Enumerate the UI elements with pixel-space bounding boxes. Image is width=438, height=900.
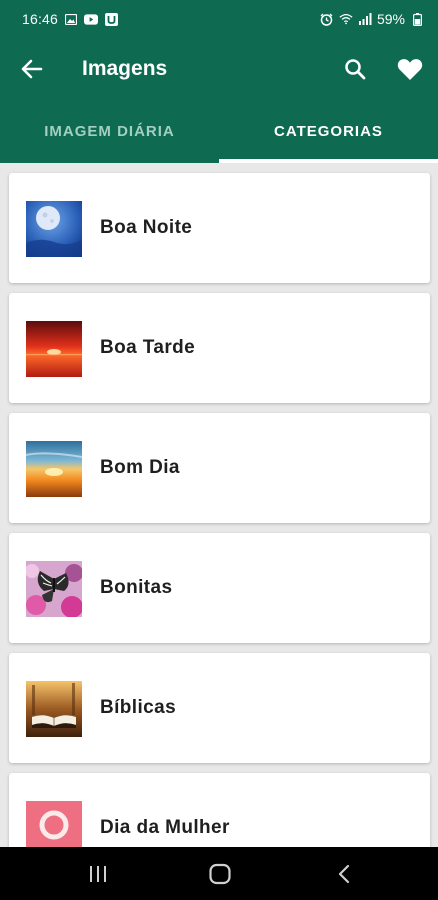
arrow-back-icon [21,59,43,79]
category-label: Dia da Mulher [100,817,230,838]
open-bible-thumbnail [26,681,82,737]
search-button[interactable] [340,54,370,84]
alarm-icon [320,13,334,26]
gallery-notification-icon [64,13,78,25]
navigation-bar [0,847,438,900]
tab-categorias[interactable]: CATEGORIAS [219,100,438,163]
category-item-boa-noite[interactable]: Boa Noite [9,173,430,283]
category-label: Boa Tarde [100,337,196,358]
chevron-left-icon [338,864,350,884]
battery-icon [410,12,424,26]
status-right: 59% [320,11,424,27]
app-bar: Imagens [0,38,438,100]
recent-apps-icon [90,866,106,882]
status-left: 16:46 [22,11,118,27]
wifi-icon [339,13,353,25]
recent-apps-button[interactable] [86,862,110,886]
category-item-bonitas[interactable]: Bonitas [9,533,430,643]
category-item-boa-tarde[interactable]: Boa Tarde [9,293,430,403]
home-button[interactable] [208,862,232,886]
sunrise-thumbnail [26,441,82,497]
red-sunset-thumbnail [26,321,82,377]
status-bar: 16:46 59% [0,0,438,38]
back-button[interactable] [18,55,46,83]
category-label: Bom Dia [100,457,180,478]
category-item-bom-dia[interactable]: Bom Dia [9,413,430,523]
search-icon [345,59,366,80]
signal-icon [358,13,372,25]
app-notification-icon [104,12,118,26]
heart-icon [397,58,423,80]
youtube-notification-icon [84,13,99,25]
category-item-biblicas[interactable]: Bíblicas [9,653,430,763]
moon-night-thumbnail [26,201,82,257]
pink-ring-thumbnail [26,801,82,847]
page-title: Imagens [82,57,168,80]
category-label: Bíblicas [100,697,177,718]
category-label: Bonitas [100,577,173,598]
category-item-dia-da-mulher[interactable]: Dia da Mulher [9,773,430,847]
favorites-button[interactable] [394,54,426,84]
tab-bar: IMAGEM DIÁRIA CATEGORIAS [0,100,438,163]
butterfly-flowers-thumbnail [26,561,82,617]
home-icon [209,863,231,885]
system-back-button[interactable] [332,862,356,886]
category-list[interactable]: Boa Noite Boa Tarde Bom Dia Bonitas Bíbl… [0,163,438,847]
status-time: 16:46 [22,11,59,27]
category-label: Boa Noite [100,217,193,238]
battery-percent: 59% [376,11,405,27]
tab-imagem-diaria[interactable]: IMAGEM DIÁRIA [0,100,219,163]
